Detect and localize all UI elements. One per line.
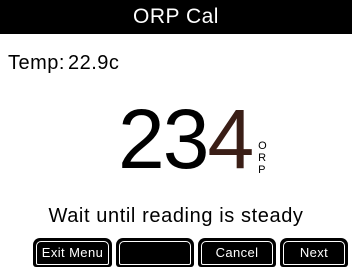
reading-last-digit: 4	[207, 92, 254, 186]
next-button[interactable]: Next	[280, 238, 348, 267]
cancel-label: Cancel	[215, 245, 259, 260]
screen-title: ORP Cal	[133, 5, 219, 28]
unit-letter: P	[258, 164, 266, 176]
blank-softkey-button[interactable]	[116, 238, 194, 267]
exit-menu-label: Exit Menu	[41, 245, 104, 260]
exit-menu-button[interactable]: Exit Menu	[33, 238, 112, 267]
orp-reading: 23 4 O R P	[118, 92, 267, 186]
reading-value: 23 4	[118, 92, 254, 186]
status-message: Wait until reading is steady	[48, 205, 304, 227]
cancel-button[interactable]: Cancel	[198, 238, 276, 267]
next-label: Next	[299, 245, 329, 260]
unit-letter: O	[258, 140, 267, 152]
softkey-bar: Exit Menu Cancel Next	[0, 238, 352, 267]
orp-calibration-screen: ORP Cal Temp: 22.9c 23 4 O R P Wait unti…	[0, 0, 352, 267]
unit-letter: R	[258, 152, 267, 164]
title-bar: ORP Cal	[0, 0, 352, 34]
reading-digits: 23	[118, 92, 209, 186]
temperature-value: 22.9c	[67, 52, 120, 74]
temperature-readout: Temp: 22.9c	[8, 52, 119, 75]
reading-unit: O R P	[258, 140, 267, 176]
temperature-label: Temp:	[8, 52, 65, 74]
